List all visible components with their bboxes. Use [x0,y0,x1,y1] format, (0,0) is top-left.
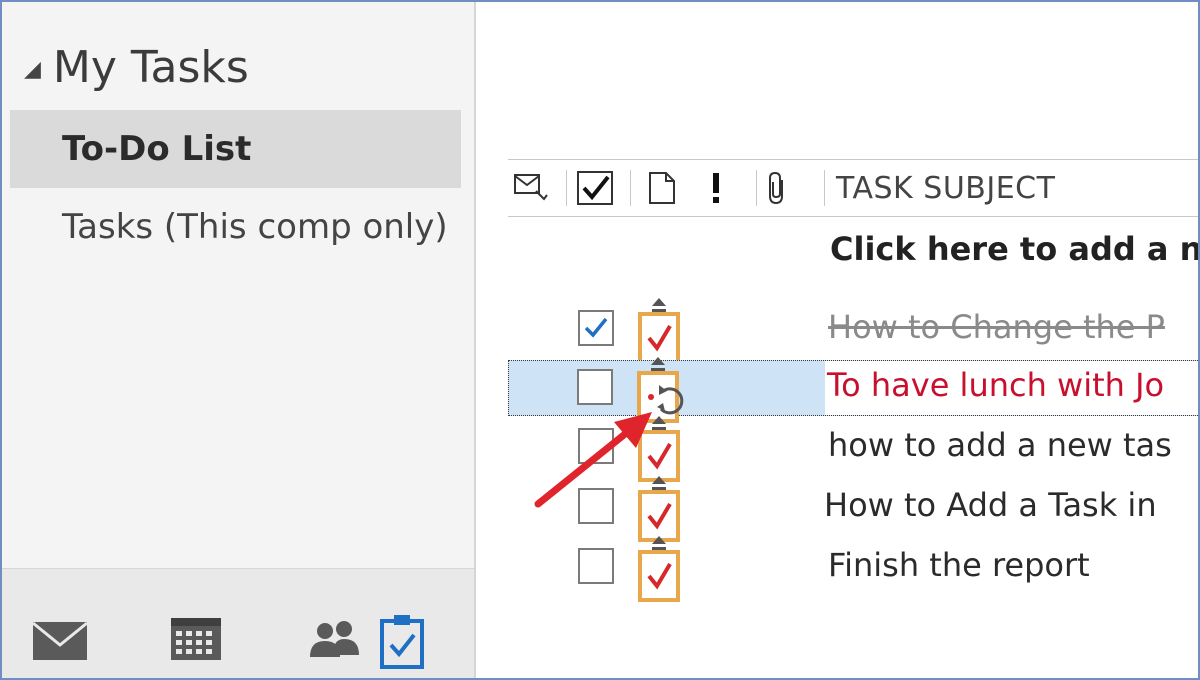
importance-column-icon[interactable] [710,168,722,208]
my-tasks-label: My Tasks [52,42,249,93]
task-subject-column-header[interactable]: TASK SUBJECT [836,171,1055,206]
my-tasks-header[interactable]: ◢ My Tasks [24,42,249,93]
task-subject: how to add a new tas [828,426,1172,464]
complete-checkbox[interactable] [577,369,613,405]
task-clipboard-icon [636,534,682,608]
calendar-icon[interactable] [170,617,222,665]
attachment-column-icon[interactable] [764,168,790,208]
nav-item-tasks[interactable]: Tasks (This comp only) [10,188,461,266]
nav-item-todo-list[interactable]: To-Do List [10,110,461,188]
navigation-pane: ◢ My Tasks To-Do List Tasks (This comp o… [2,2,476,678]
add-new-task-row[interactable]: Click here to add a ne [830,230,1198,268]
mail-icon[interactable] [32,621,88,665]
task-list: TASK SUBJECT Click here to add a ne How … [476,2,1198,678]
outlook-window: ◢ My Tasks To-Do List Tasks (This comp o… [0,0,1200,680]
reminder-column-icon[interactable] [514,168,548,208]
tasks-icon[interactable] [378,613,426,673]
complete-column-icon[interactable] [576,168,616,208]
complete-checkbox[interactable] [578,548,614,584]
task-subject: How to Add a Task in [824,486,1157,524]
module-bar [2,568,474,678]
people-icon[interactable] [307,619,361,663]
task-subject: To have lunch with Jo [827,366,1165,404]
column-header: TASK SUBJECT [508,159,1198,217]
nav-item-label: Tasks (This comp only) [62,207,448,247]
task-subject: How to Change the P [828,308,1165,346]
table-row[interactable]: How to Change the P [508,298,1198,364]
task-subject: Finish the report [828,546,1090,584]
table-row[interactable]: Finish the report [508,536,1198,602]
collapse-triangle-icon[interactable]: ◢ [24,57,41,82]
nav-item-label: To-Do List [62,129,252,169]
complete-checkbox[interactable] [578,310,614,346]
annotation-arrow-icon [530,402,660,516]
icon-column-icon[interactable] [648,168,676,208]
